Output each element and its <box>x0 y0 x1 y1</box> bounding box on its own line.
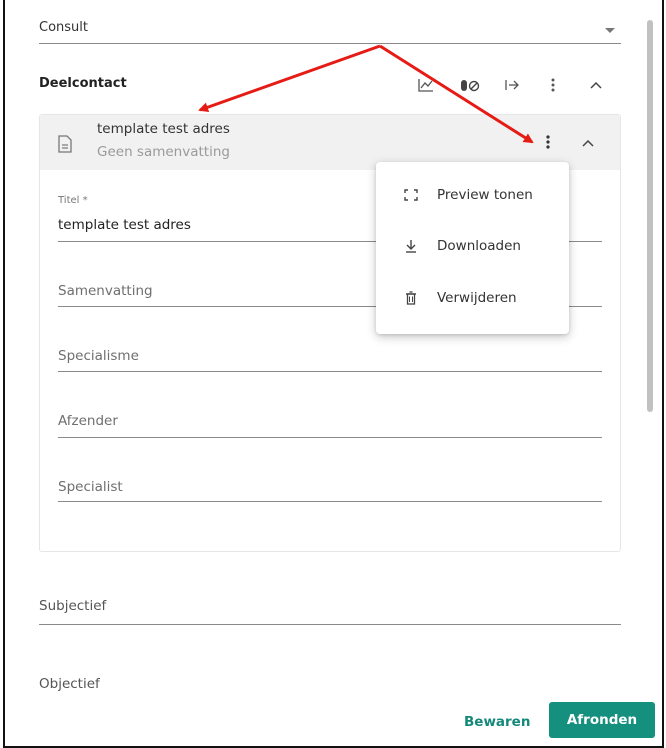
chevron-up-icon[interactable] <box>585 74 607 96</box>
more-vert-icon[interactable] <box>542 74 564 96</box>
pill-off-icon[interactable] <box>459 74 481 96</box>
afzender-field[interactable]: Afzender <box>58 405 602 438</box>
document-icon <box>57 135 73 153</box>
trash-icon <box>403 289 419 307</box>
app-frame: Consult Deelcontact template test adres … <box>3 0 664 748</box>
chart-icon[interactable] <box>415 74 437 96</box>
specialisme-label: Specialisme <box>58 348 139 364</box>
fullscreen-icon <box>403 186 419 204</box>
subjectief-field[interactable]: Subjectief <box>39 590 621 625</box>
titel-value: template test adres <box>58 217 191 233</box>
document-summary: Geen samenvatting <box>97 144 230 160</box>
samenvatting-label: Samenvatting <box>58 283 153 299</box>
menu-item-download[interactable]: Downloaden <box>376 225 569 269</box>
menu-item-preview[interactable]: Preview tonen <box>376 174 569 218</box>
context-menu: Preview tonen Downloaden Verwijderen <box>376 162 569 334</box>
specialist-label: Specialist <box>58 479 123 495</box>
menu-item-download-label: Downloaden <box>437 238 521 254</box>
export-icon[interactable] <box>501 74 523 96</box>
titel-label: Titel * <box>58 195 88 206</box>
section-title: Deelcontact <box>39 76 127 91</box>
dropdown-caret-icon[interactable] <box>605 28 615 33</box>
subjectief-label: Subjectief <box>39 598 107 614</box>
scrollbar[interactable] <box>646 12 654 702</box>
objectief-label: Objectief <box>39 676 100 692</box>
afzender-label: Afzender <box>58 413 118 429</box>
specialist-field[interactable]: Specialist <box>58 471 602 502</box>
consult-select-value: Consult <box>39 20 88 35</box>
consult-select[interactable]: Consult <box>39 14 621 44</box>
chevron-up-icon[interactable] <box>581 133 599 151</box>
more-vert-icon[interactable] <box>537 131 559 153</box>
finish-button[interactable]: Afronden <box>549 702 655 738</box>
download-icon <box>403 237 419 255</box>
menu-item-delete[interactable]: Verwijderen <box>376 277 569 321</box>
menu-item-delete-label: Verwijderen <box>437 290 517 306</box>
menu-item-preview-label: Preview tonen <box>437 187 533 203</box>
specialisme-field[interactable]: Specialisme <box>58 340 602 372</box>
objectief-field[interactable]: Objectief <box>39 672 621 692</box>
document-title: template test adres <box>97 121 230 137</box>
save-button[interactable]: Bewaren <box>458 708 536 736</box>
scrollbar-thumb[interactable] <box>647 20 653 412</box>
